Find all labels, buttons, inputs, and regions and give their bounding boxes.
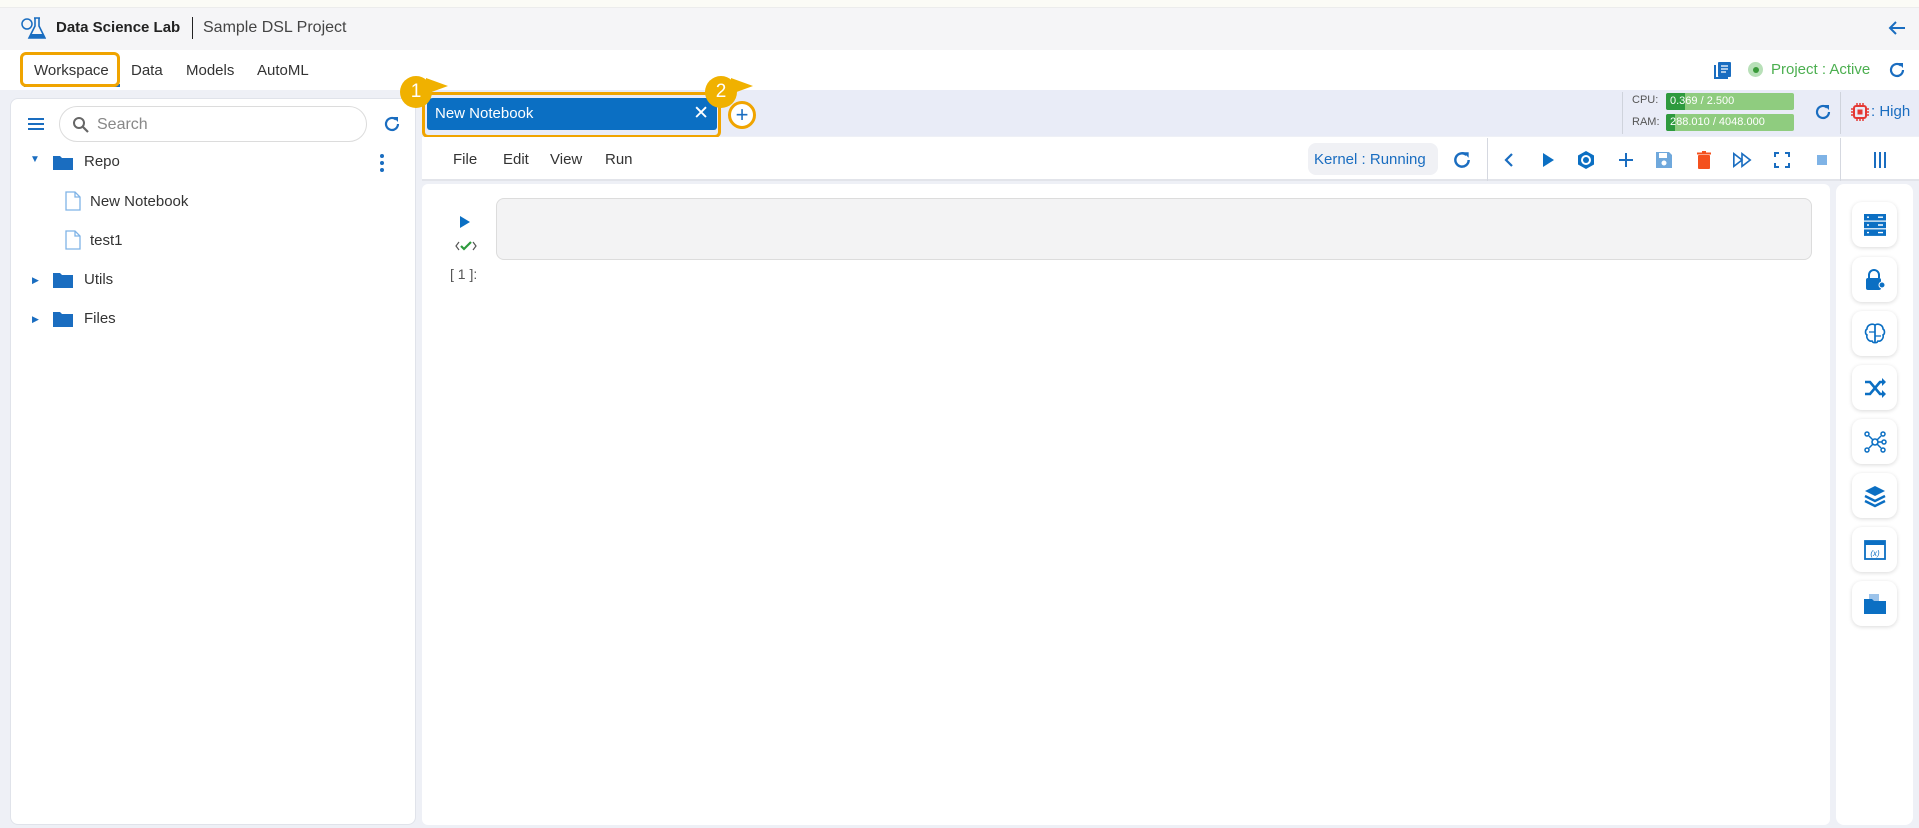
add-tab-button[interactable]: +	[728, 101, 756, 129]
transforms-button[interactable]	[1852, 365, 1897, 410]
search-placeholder: Search	[97, 116, 148, 133]
nav-tab-automl[interactable]: AutoML	[257, 62, 309, 79]
file-icon	[65, 230, 81, 250]
project-status: Project : Active	[1771, 61, 1871, 78]
variables-button[interactable]: (x)	[1852, 527, 1897, 572]
cpu-value: 0.369 / 2.500	[1670, 95, 1735, 107]
code-cell-input[interactable]	[496, 198, 1812, 260]
flask-logo-icon	[21, 17, 46, 39]
tree-label: test1	[90, 232, 123, 249]
run-cell-icon[interactable]	[458, 214, 472, 230]
stop-icon[interactable]	[1812, 150, 1832, 170]
tree-label: Utils	[84, 271, 114, 288]
secrets-button[interactable]	[1852, 257, 1897, 302]
kernel-status: Kernel : Running	[1308, 143, 1438, 175]
save-icon[interactable]	[1654, 150, 1674, 170]
delete-icon[interactable]	[1694, 150, 1714, 170]
document-list-icon[interactable]	[1713, 60, 1733, 80]
caret-right-icon[interactable]: ▶	[32, 314, 39, 325]
cpu-label: CPU:	[1632, 94, 1659, 106]
shuffle-icon	[1864, 377, 1886, 398]
menu-view[interactable]: View	[550, 151, 582, 168]
project-name: Sample DSL Project	[203, 19, 347, 36]
folder-files-icon	[1863, 593, 1886, 614]
data-server-icon	[1863, 213, 1886, 236]
add-cell-icon[interactable]	[1616, 150, 1636, 170]
tree-label: Files	[84, 310, 116, 327]
ram-value: 288.010 / 4048.000	[1670, 116, 1765, 128]
divider	[1487, 138, 1488, 181]
nav-tab-models[interactable]: Models	[186, 62, 234, 79]
settings-icon[interactable]	[1576, 150, 1596, 170]
tree-label: Repo	[84, 153, 120, 170]
priority-level: : High	[1871, 103, 1911, 120]
caret-down-icon[interactable]: ▼	[30, 154, 40, 165]
algorithms-button[interactable]	[1852, 311, 1897, 356]
columns-toggle-icon[interactable]	[1870, 150, 1890, 170]
menu-edit[interactable]: Edit	[503, 151, 529, 168]
back-arrow-icon[interactable]	[1887, 18, 1907, 38]
nav-tab-data[interactable]: Data	[131, 62, 163, 79]
variable-icon: (x)	[1863, 539, 1886, 560]
refresh-resources-icon[interactable]	[1814, 103, 1832, 121]
top-stripe	[0, 0, 1919, 8]
run-cell-icon[interactable]	[1538, 150, 1558, 170]
app-header: Data Science Lab Sample DSL Project	[0, 8, 1919, 50]
kernel-status-label: Kernel : Running	[1314, 151, 1426, 168]
callout-pointer	[426, 78, 448, 94]
folder-open-icon	[53, 156, 73, 170]
menu-file[interactable]: File	[453, 151, 477, 168]
divider	[1622, 92, 1623, 134]
search-icon	[73, 117, 89, 133]
ram-usage-bar: 288.010 / 4048.000	[1666, 114, 1794, 131]
run-all-icon[interactable]	[1732, 150, 1752, 170]
caret-right-icon[interactable]: ▶	[32, 275, 39, 286]
layers-button[interactable]	[1852, 473, 1897, 518]
search-input[interactable]: Search	[59, 106, 367, 142]
secret-key-icon	[1865, 268, 1885, 290]
folder-icon	[53, 312, 73, 327]
ram-label: RAM:	[1632, 116, 1660, 128]
menu-run[interactable]: Run	[605, 151, 633, 168]
cell-prompt: [ 1 ]:	[450, 266, 478, 282]
fullscreen-icon[interactable]	[1772, 150, 1792, 170]
layers-icon	[1863, 485, 1886, 507]
folder-icon	[53, 273, 73, 288]
files-button[interactable]	[1852, 581, 1897, 626]
refresh-tree-icon[interactable]	[383, 115, 401, 133]
restart-kernel-icon[interactable]	[1452, 150, 1472, 170]
kebab-menu-icon[interactable]	[378, 153, 386, 173]
svg-text:(x): (x)	[1870, 549, 1880, 558]
plus-icon: +	[735, 102, 749, 127]
tab-highlight	[422, 92, 721, 138]
tree-label: New Notebook	[90, 193, 189, 210]
divider	[1840, 92, 1841, 134]
brain-icon	[1864, 322, 1885, 343]
divider	[1840, 138, 1841, 181]
data-server-button[interactable]	[1852, 202, 1897, 247]
cpu-usage-bar: 0.369 / 2.500	[1666, 93, 1794, 110]
header-divider	[192, 17, 193, 39]
refresh-icon[interactable]	[1888, 61, 1906, 79]
chevron-left-icon[interactable]	[1499, 150, 1519, 170]
network-icon	[1863, 430, 1887, 453]
app-title: Data Science Lab	[56, 19, 181, 36]
cpu-chip-icon	[1851, 103, 1869, 121]
workspace-highlight	[20, 52, 120, 87]
file-icon	[65, 191, 81, 211]
code-check-icon	[455, 241, 477, 251]
hamburger-menu-icon[interactable]	[27, 116, 45, 132]
status-dot-icon	[1748, 62, 1763, 77]
notebook-area	[422, 184, 1830, 825]
callout-pointer	[731, 78, 753, 94]
network-button[interactable]	[1852, 419, 1897, 464]
